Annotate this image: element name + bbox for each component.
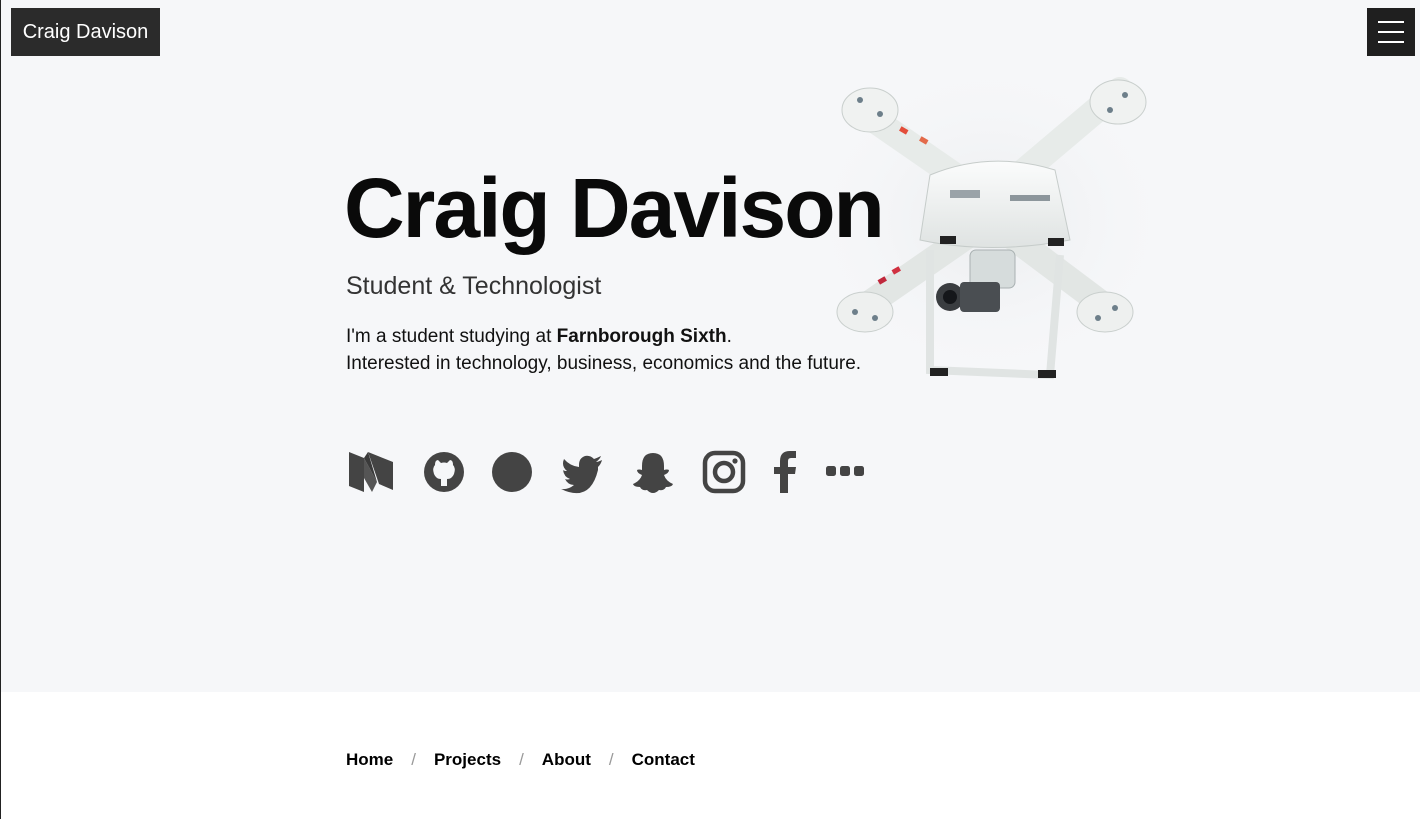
hamburger-icon[interactable] bbox=[1367, 8, 1415, 56]
hero-section: Craig Davison Craig Davison Student & Te… bbox=[0, 0, 1420, 692]
page-title: Craig Davison bbox=[344, 161, 885, 255]
facebook-icon[interactable] bbox=[772, 448, 798, 496]
circle-icon[interactable] bbox=[490, 448, 534, 496]
bio-line-1-suffix: . bbox=[726, 326, 732, 347]
footer-nav: Home / Projects / About / Contact bbox=[346, 750, 695, 774]
more-icon[interactable] bbox=[824, 448, 866, 496]
nav-separator: / bbox=[519, 750, 524, 769]
nav-link-home[interactable]: Home bbox=[346, 750, 393, 770]
bio-text: I'm a student studying at Farnborough Si… bbox=[346, 323, 861, 377]
nav-link-about[interactable]: About bbox=[542, 750, 591, 770]
github-icon[interactable] bbox=[422, 448, 466, 496]
snapchat-icon[interactable] bbox=[631, 448, 675, 496]
medium-icon[interactable] bbox=[346, 448, 396, 496]
nav-link-projects[interactable]: Projects bbox=[434, 750, 501, 770]
school-name: Farnborough Sixth bbox=[556, 326, 727, 347]
bio-line-2: Interested in technology, business, econ… bbox=[346, 353, 862, 374]
bio-line-1: I'm a student studying at Farnborough Si… bbox=[346, 323, 861, 350]
nav-link-contact[interactable]: Contact bbox=[632, 750, 695, 770]
brand-logo-button[interactable]: Craig Davison bbox=[11, 8, 160, 56]
bio-line-1-prefix: I'm a student studying at bbox=[346, 326, 557, 347]
nav-separator: / bbox=[608, 750, 614, 769]
page-subtitle: Student & Technologist bbox=[346, 272, 602, 300]
twitter-icon[interactable] bbox=[560, 448, 604, 496]
page-left-border bbox=[0, 0, 1, 819]
nav-separator: / bbox=[411, 750, 416, 769]
instagram-icon[interactable] bbox=[702, 448, 746, 496]
